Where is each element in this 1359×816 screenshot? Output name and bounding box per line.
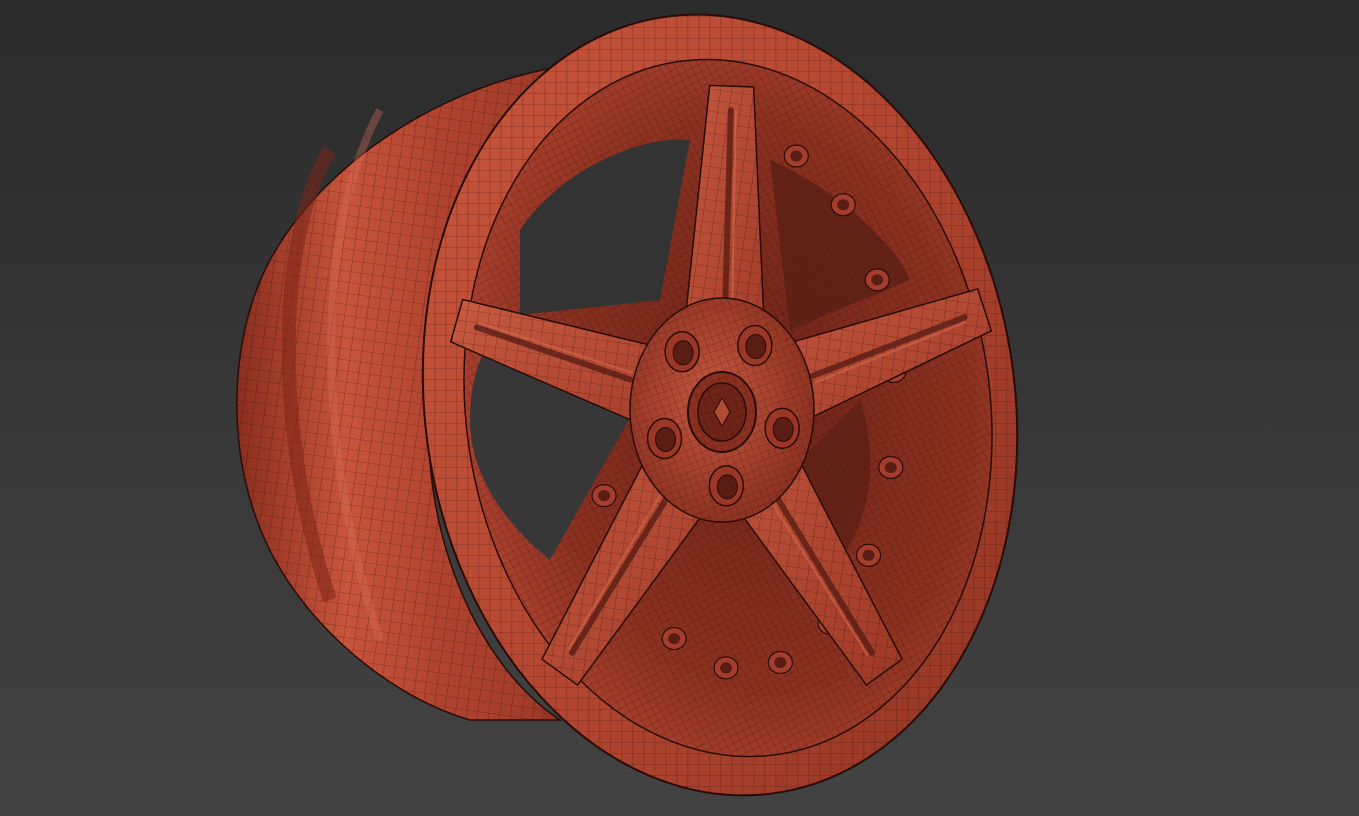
rim-bolt-hole bbox=[837, 199, 850, 211]
rim-bolt-hole bbox=[790, 150, 803, 162]
lug-hole-inner bbox=[745, 334, 767, 360]
lug-hole-inner bbox=[772, 416, 794, 442]
rim-bolt-hole bbox=[668, 633, 681, 645]
center-cap bbox=[687, 371, 757, 453]
rim-bolt-hole bbox=[884, 461, 897, 473]
lug-hole-inner bbox=[716, 474, 738, 500]
rim-bolt-hole bbox=[720, 662, 733, 674]
lug-hole-inner bbox=[672, 340, 694, 366]
lug-hole-inner bbox=[655, 426, 677, 452]
rim-bolt-hole bbox=[774, 657, 787, 669]
rim-bolt-hole bbox=[871, 274, 884, 286]
rim-bolt-hole bbox=[862, 549, 875, 561]
wheel-model[interactable] bbox=[0, 0, 1359, 816]
rim-bolt-hole bbox=[598, 490, 611, 502]
3d-viewport[interactable] bbox=[0, 0, 1359, 816]
